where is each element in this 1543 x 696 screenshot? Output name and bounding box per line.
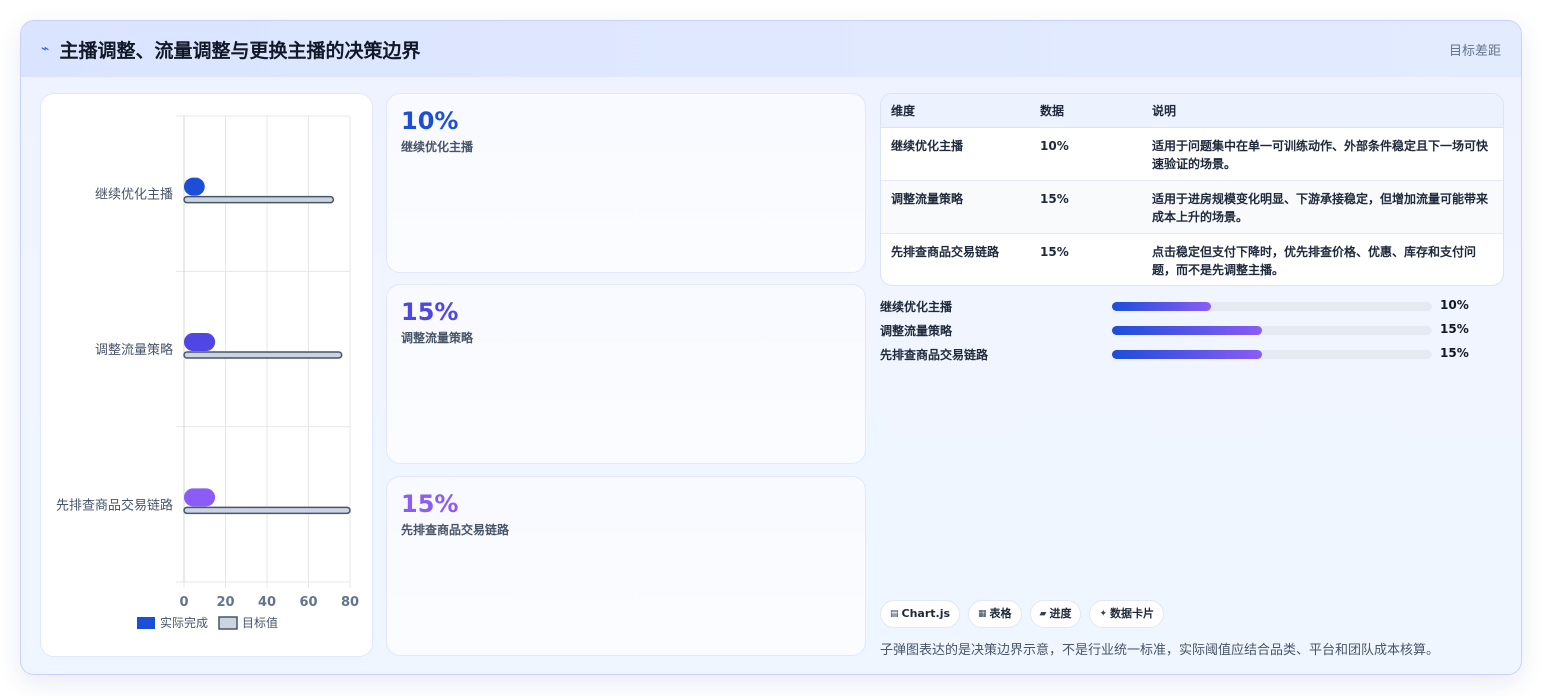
- table-cell: 10%: [1030, 127, 1142, 181]
- panel-title: 主播调整、流量调整与更换主播的决策边界: [59, 39, 421, 62]
- y-category-label: 调整流量策略: [95, 342, 173, 358]
- table-row: 先排查商品交易链路 15% 点击稳定但支付下降时，优先排查价格、优惠、库存和支付…: [881, 233, 1503, 285]
- legend-label-target: 目标值: [242, 615, 278, 630]
- bar-actual: [184, 333, 216, 351]
- table-cell: 先排查商品交易链路: [891, 244, 1000, 259]
- progress-track: [1112, 350, 1432, 359]
- footnote: 子弹图表达的是决策边界示意，不是行业统一标准，实际阈值应结合品类、平台和团队成本…: [880, 643, 1440, 658]
- progress-fill: [1112, 350, 1263, 359]
- bullet-chart: 0 20 40 60 80 继续优化主播调整流量策略先排查商品交易链路实际完成 目标值: [56, 115, 359, 630]
- tag-label: Chart.js: [901, 607, 951, 620]
- table-row: 调整流量策略 15% 适用于进房规模变化明显、下游承接稳定，但增加流量可能带来成…: [881, 180, 1503, 234]
- progress-row: 继续优化主播 10%: [880, 297, 1505, 315]
- table-cell: 适用于问题集中在单一可训练动作、外部条件稳定且下一场可快速验证的场景。: [1142, 127, 1503, 181]
- progress-track: [1112, 326, 1432, 335]
- table-cell: 调整流量策略: [881, 180, 1030, 234]
- bar-actual: [184, 488, 216, 507]
- panel-header: ⌁ 主播调整、流量调整与更换主播的决策边界 目标差距: [21, 21, 1521, 77]
- kpi-label: 先排查商品交易链路: [401, 523, 510, 537]
- table-icon: ▦: [978, 609, 987, 619]
- kpi-label: 调整流量策略: [401, 331, 474, 345]
- progress-label: 继续优化主播: [880, 300, 953, 314]
- legend-swatch-actual: [137, 617, 155, 629]
- progress-value: 15%: [1440, 346, 1469, 360]
- progress-label: 先排查商品交易链路: [880, 348, 989, 362]
- kpi-card-1: 10% 继续优化主播: [386, 93, 866, 273]
- progress-row: 先排查商品交易链路 15%: [880, 345, 1505, 363]
- tag-chartjs[interactable]: ▤ Chart.js: [880, 600, 961, 628]
- table-cell: 点击稳定但支付下降时，优先排查价格、优惠、库存和支付问题，而不是先调整主播。: [1152, 244, 1477, 277]
- chart-icon: ▤: [890, 609, 899, 619]
- table-header-row: 维度 数据 说明: [881, 94, 1503, 128]
- tag-progress[interactable]: ▰ 进度: [1029, 600, 1082, 628]
- kpi-card-2: 15% 调整流量策略: [386, 284, 866, 464]
- tag-data-card[interactable]: ✦ 数据卡片: [1089, 600, 1165, 628]
- decision-table: 维度 数据 说明 继续优化主播 10% 适用于问题集中在单一可训练动作、外部条件…: [881, 94, 1503, 285]
- bar-target: [183, 506, 351, 515]
- x-tick-label: 20: [216, 595, 234, 610]
- kpi-value: 15%: [401, 298, 459, 326]
- tag-label: 数据卡片: [1110, 607, 1155, 620]
- decision-boundary-panel: ⌁ 主播调整、流量调整与更换主播的决策边界 目标差距 0 20 40 60 80 继续优化…: [20, 20, 1522, 675]
- sparkle-icon: ✦: [1099, 609, 1108, 619]
- y-category-label: 先排查商品交易链路: [56, 497, 173, 513]
- table-cell: 继续优化主播: [881, 127, 1030, 181]
- column-header: 说明: [1142, 94, 1503, 128]
- legend-swatch-target: [218, 616, 238, 630]
- table-cell: 15%: [1040, 244, 1069, 259]
- x-tick-label: 0: [179, 595, 188, 610]
- kpi-value: 15%: [401, 490, 459, 518]
- legend-label-actual: 实际完成: [160, 615, 208, 630]
- decision-table-card: 维度 数据 说明 继续优化主播 10% 适用于问题集中在单一可训练动作、外部条件…: [880, 93, 1504, 286]
- x-tick-label: 80: [341, 595, 359, 610]
- kpi-label: 继续优化主播: [401, 140, 474, 154]
- table-cell: 适用于进房规模变化明显、下游承接稳定，但增加流量可能带来成本上升的场景。: [1142, 180, 1503, 234]
- table-cell: 15%: [1030, 180, 1142, 234]
- kpi-card-3: 15% 先排查商品交易链路: [386, 476, 866, 656]
- progress-label: 调整流量策略: [880, 324, 953, 338]
- kpi-value: 10%: [401, 107, 459, 135]
- target-gap-label: 目标差距: [1448, 43, 1501, 59]
- progress-fill: [1112, 326, 1263, 335]
- tag-list: ▤ Chart.js ▦ 表格 ▰ 进度 ✦ 数据卡片: [880, 600, 1165, 628]
- x-tick-label: 60: [299, 595, 317, 610]
- progress-value: 10%: [1440, 298, 1469, 312]
- progress-row: 调整流量策略 15%: [880, 321, 1505, 339]
- column-header: 维度: [881, 94, 1030, 128]
- column-header: 数据: [1030, 94, 1142, 128]
- tag-table[interactable]: ▦ 表格: [968, 600, 1022, 628]
- y-category-label: 继续优化主播: [95, 188, 173, 203]
- table-row: 继续优化主播 10% 适用于问题集中在单一可训练动作、外部条件稳定且下一场可快速…: [881, 127, 1503, 181]
- lightning-icon: ⌁: [41, 41, 50, 57]
- progress-icon: ▰: [1039, 609, 1047, 619]
- progress-track: [1112, 302, 1432, 311]
- x-tick-label: 40: [258, 595, 276, 610]
- bullet-chart-card: 0 20 40 60 80 继续优化主播 调整流量策略先排查商品交易链路实际完成 目标值: [40, 93, 373, 657]
- bar-target: [183, 351, 343, 359]
- tag-label: 进度: [1049, 607, 1072, 620]
- bar-actual: [184, 177, 205, 196]
- progress-value: 15%: [1440, 322, 1469, 336]
- progress-fill: [1112, 302, 1212, 311]
- bar-target: [183, 195, 335, 204]
- tag-label: 表格: [989, 607, 1012, 620]
